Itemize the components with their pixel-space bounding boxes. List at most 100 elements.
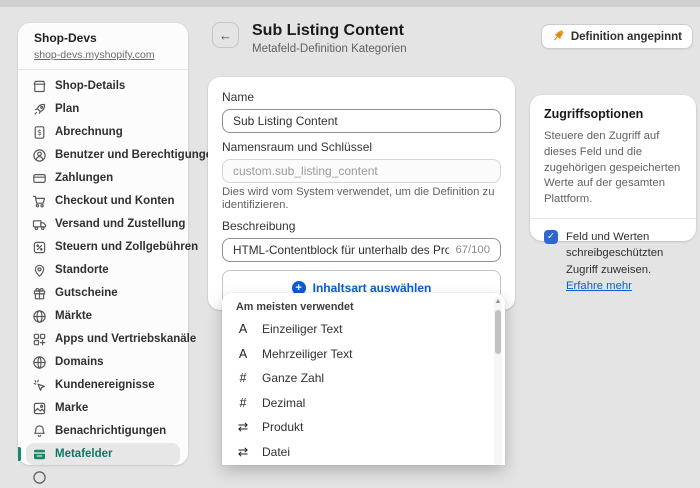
pin-icon: [552, 29, 565, 45]
store-icon: [32, 79, 47, 94]
dropdown-item-einzeiliger-text[interactable]: A Einzeiliger Text: [236, 317, 491, 342]
settings-sidebar: Shop-Devs shop-devs.myshopify.com Shop-D…: [18, 23, 219, 484]
dropdown-item-produkt[interactable]: ⇄ Produkt: [236, 415, 491, 440]
name-label: Name: [222, 90, 255, 104]
dropdown-item-label: Einzeiliger Text: [262, 322, 343, 337]
sidebar-item-versand[interactable]: Versand und Zustellung: [26, 213, 185, 235]
sidebar-item-checkout[interactable]: Checkout und Konten: [26, 190, 180, 212]
integer-icon: #: [239, 371, 247, 385]
product-reference-icon: ⇄: [237, 420, 249, 434]
description-input[interactable]: HTML-Contentblock für unterhalb des Prod…: [222, 238, 501, 262]
sidebar-item-marke[interactable]: Marke: [26, 397, 180, 419]
sidebar-item-partial[interactable]: [26, 466, 180, 488]
sidebar-item-steuern[interactable]: Steuern und Zollgebühren: [26, 236, 198, 258]
dropdown-item-label: Datei: [262, 444, 291, 459]
taxes-icon: [32, 240, 47, 255]
description-value: HTML-Contentblock für unterhalb des Prod…: [233, 243, 450, 257]
access-description: Steuere den Zugriff auf dieses Feld und …: [544, 130, 681, 206]
sidebar-item-benutzer[interactable]: Benutzer und Berechtigungen: [26, 144, 219, 166]
sidebar-item-label: Steuern und Zollgebühren: [55, 241, 199, 253]
sidebar-item-label: Kundenereignisse: [55, 379, 155, 391]
store-domain-link[interactable]: shop-devs.myshopify.com: [34, 49, 155, 61]
page-title: Sub Listing Content: [252, 22, 404, 39]
gift-icon: [32, 286, 47, 301]
learn-more-link[interactable]: Erfahre mehr: [566, 280, 632, 292]
page-header: Sub Listing Content Metafeld-Definition …: [252, 21, 407, 55]
sidebar-item-label: Gutscheine: [55, 287, 118, 299]
scroll-up-icon: ▲: [494, 298, 502, 305]
sidebar-item-label: Abrechnung: [55, 126, 123, 138]
metafields-icon: [32, 447, 47, 462]
sidebar-item-metafelder[interactable]: Metafelder: [18, 443, 180, 465]
pinned-definition-button[interactable]: Definition angepinnt: [540, 24, 693, 49]
sidebar-item-maerkte[interactable]: Märkte: [26, 305, 180, 327]
sidebar-item-label: Standorte: [55, 264, 109, 276]
sidebar-item-label: Metafelder: [55, 448, 113, 460]
sidebar-item-label: Apps und Vertriebskanäle: [55, 333, 197, 345]
sidebar-item-domains[interactable]: Domains: [26, 351, 180, 373]
sidebar-item-kundenereignisse[interactable]: Kundenereignisse: [26, 374, 180, 396]
dropdown-item-mehrzeiliger-text[interactable]: A Mehrzeiliger Text: [236, 342, 491, 367]
sidebar-item-shop-details[interactable]: Shop-Details: [26, 75, 180, 97]
pinned-button-label: Definition angepinnt: [570, 30, 682, 43]
sidebar-item-label: Märkte: [55, 310, 93, 322]
circle-icon: [32, 470, 47, 485]
sidebar-item-label: Plan: [55, 103, 80, 115]
access-divider: [530, 218, 696, 220]
dropdown-item-label: Dezimal: [262, 395, 306, 410]
sidebar-item-label: Marke: [55, 402, 89, 414]
sidebar-item-label: Benachrichtigungen: [55, 425, 167, 437]
description-field-group: Beschreibung HTML-Contentblock für unter…: [222, 220, 501, 262]
content-type-dropdown: Am meisten verwendet A Einzeiliger Text A M…: [222, 293, 505, 465]
plan-icon: [32, 102, 47, 117]
namespace-field-group: Namensraum und Schlüssel Dies wird vom S…: [222, 141, 501, 212]
sidebar-item-label: Zahlungen: [55, 172, 114, 184]
namespace-label: Namensraum und Schlüssel: [222, 140, 373, 154]
sidebar-nav: Shop-Details Plan $ Abrechnung Benutzer und …: [18, 70, 219, 488]
readonly-checkbox[interactable]: ✓: [544, 230, 558, 245]
multi-line-text-icon: A: [238, 346, 248, 361]
billing-icon: $: [32, 125, 47, 140]
single-line-text-icon: A: [238, 322, 248, 336]
scrollbar-thumb[interactable]: [495, 310, 501, 354]
back-button[interactable]: ←: [212, 22, 239, 48]
sidebar-item-benachrichtigungen[interactable]: Benachrichtigungen: [26, 420, 180, 442]
access-title: Zugriffsoptionen: [544, 107, 644, 121]
brand-icon: [32, 401, 47, 416]
name-field-group: Name: [222, 91, 501, 133]
dropdown-item-ganze-zahl[interactable]: # Ganze Zahl: [236, 366, 491, 391]
domains-icon: [32, 355, 47, 370]
sidebar-item-abrechnung[interactable]: $ Abrechnung: [26, 121, 180, 143]
name-input[interactable]: [222, 109, 501, 133]
dropdown-item-label: Mehrzeiliger Text: [262, 346, 353, 361]
readonly-access-row: ✓ Feld und Werten schreibgeschützten Zug…: [544, 229, 682, 295]
checkbox-label-text: Feld und Werten schreibgeschützten Zugri…: [566, 231, 664, 276]
sidebar-item-label: Domains: [55, 356, 104, 368]
dropdown-item-datei[interactable]: ⇄ Datei: [236, 440, 491, 465]
svg-text:$: $: [37, 128, 42, 137]
description-label: Beschreibung: [222, 219, 296, 233]
dropdown-scrollbar[interactable]: ▲: [494, 297, 502, 465]
namespace-help-text: Dies wird vom System verwendet, um die D…: [222, 186, 495, 211]
store-header: Shop-Devs shop-devs.myshopify.com: [18, 23, 188, 69]
dropdown-group-label: Am meisten verwendet: [236, 301, 354, 313]
page-subtitle: Metafeld-Definition Kategorien: [252, 43, 407, 55]
dropdown-item-label: Produkt: [262, 420, 304, 435]
sidebar-item-zahlungen[interactable]: Zahlungen: [26, 167, 180, 189]
sidebar-item-standorte[interactable]: Standorte: [26, 259, 180, 281]
readonly-checkbox-label: Feld und Werten schreibgeschützten Zugri…: [566, 229, 682, 295]
sidebar-item-label: Versand und Zustellung: [55, 218, 186, 230]
sidebar-item-label: Shop-Details: [55, 80, 126, 92]
dropdown-item-label: Ganze Zahl: [262, 371, 325, 386]
sidebar-item-plan[interactable]: Plan: [26, 98, 180, 120]
char-counter: 67/100: [455, 244, 490, 256]
customer-events-icon: [32, 378, 47, 393]
definition-form-card: Name Namensraum und Schlüssel Dies wird …: [208, 77, 515, 310]
file-reference-icon: ⇄: [237, 444, 249, 459]
dropdown-item-dezimal[interactable]: # Dezimal: [236, 391, 491, 416]
payments-icon: [32, 171, 47, 186]
apps-icon: [32, 332, 47, 347]
sidebar-item-apps[interactable]: Apps und Vertriebskanäle: [26, 328, 196, 350]
sidebar-item-gutscheine[interactable]: Gutscheine: [26, 282, 180, 304]
decimal-icon: #: [239, 395, 247, 410]
